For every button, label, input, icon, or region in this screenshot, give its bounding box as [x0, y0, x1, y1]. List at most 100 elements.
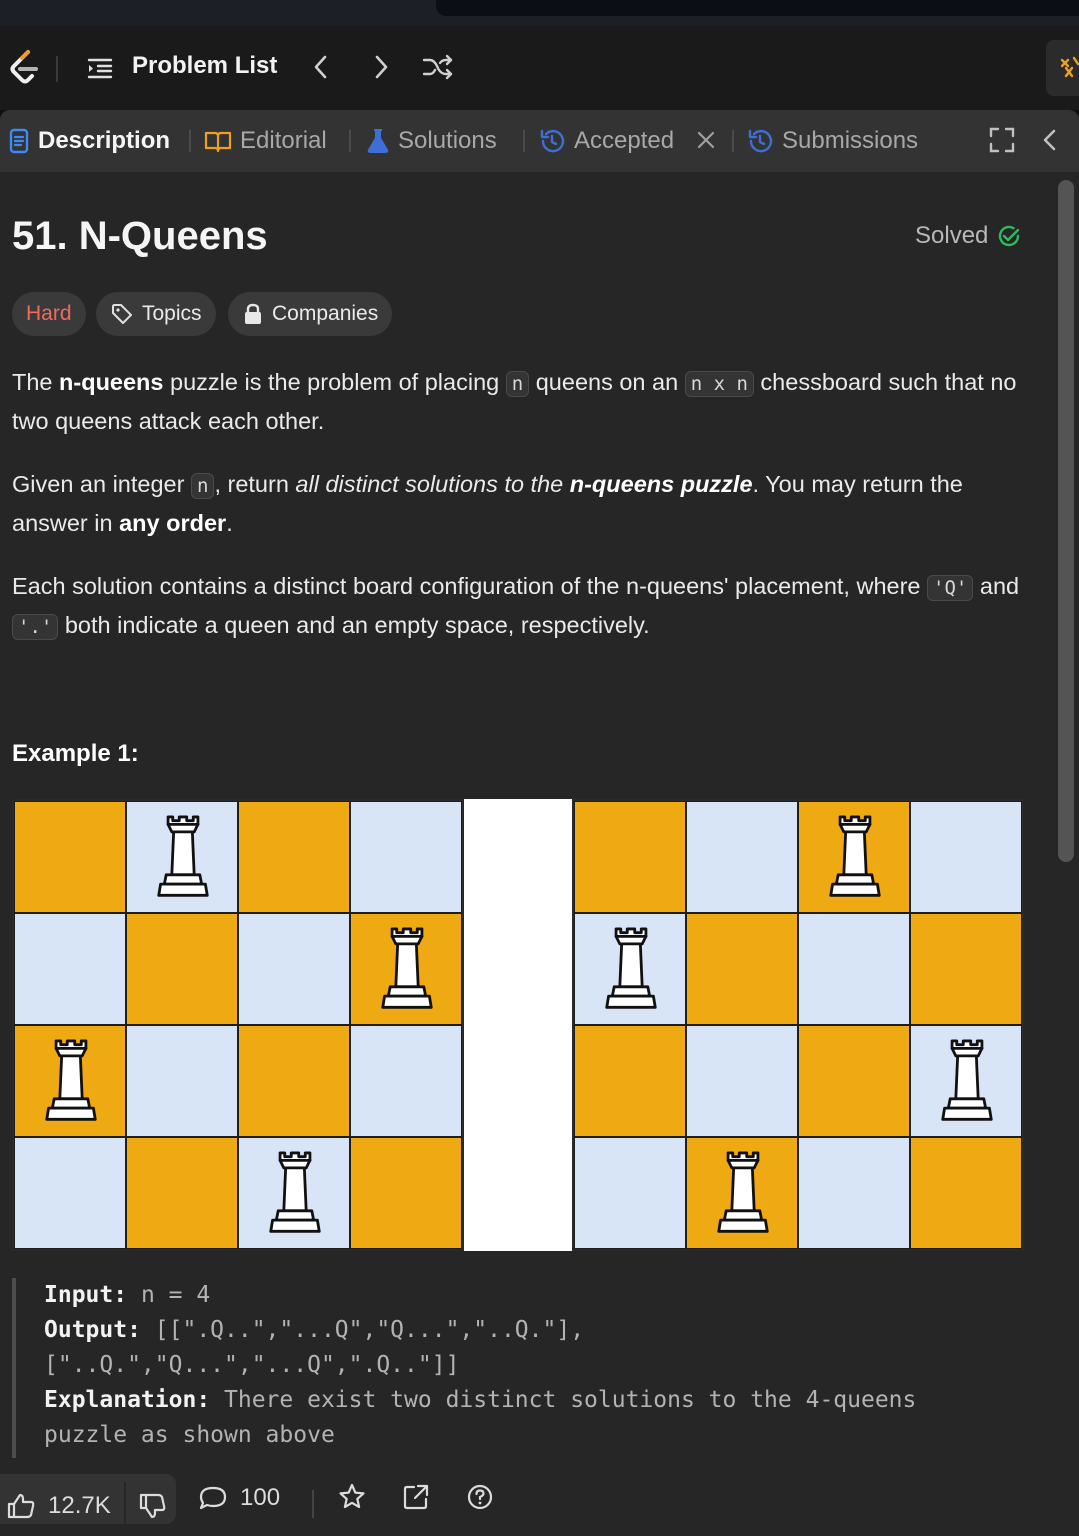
nav-divider [56, 56, 58, 82]
like-dislike-group: 12.7K [0, 1474, 176, 1532]
topics-button[interactable]: Topics [96, 292, 216, 336]
board-cell-queen [126, 801, 238, 913]
book-icon [204, 131, 232, 153]
like-count[interactable]: 12.7K [48, 1492, 111, 1520]
navbar: Problem List [0, 26, 1079, 110]
difficulty-badge: Hard [12, 292, 86, 336]
tab-divider [349, 130, 351, 152]
board-cell [686, 1025, 798, 1137]
history-icon [748, 129, 773, 153]
tab-accepted[interactable]: Accepted [538, 124, 674, 158]
description-icon [9, 128, 29, 154]
board-cell [126, 913, 238, 1025]
companies-label: Companies [272, 302, 379, 325]
top-bar-region [436, 0, 1079, 16]
inline-code: n [505, 371, 530, 397]
board-cell-queen [238, 1137, 350, 1249]
panel-tabs: Description Editorial Solutions Accepted [0, 110, 1079, 172]
inline-code: 'Q' [927, 575, 974, 601]
board-cell [798, 1137, 910, 1249]
board-cell [126, 1137, 238, 1249]
tab-solutions-label: Solutions [398, 127, 497, 154]
inline-code: n x n [684, 371, 754, 397]
fullscreen-icon[interactable] [988, 126, 1016, 154]
bug-icon [1060, 56, 1079, 78]
check-circle-icon [999, 225, 1020, 247]
inline-code: '.' [12, 614, 59, 640]
tag-icon [112, 304, 132, 324]
thumbs-up-icon[interactable] [6, 1492, 36, 1520]
board-cell-queen [798, 801, 910, 913]
comment-count[interactable]: 100 [240, 1484, 280, 1512]
flask-icon [367, 129, 389, 153]
tab-submissions[interactable]: Submissions [746, 124, 918, 158]
tab-description[interactable]: Description [8, 124, 170, 158]
tab-submissions-label: Submissions [782, 127, 919, 154]
problem-list-icon[interactable] [86, 54, 114, 82]
description-paragraph-1: The n-queens puzzle is the problem of pl… [12, 369, 1017, 434]
comment-icon[interactable] [198, 1484, 228, 1512]
board-cell [14, 1137, 126, 1249]
thumbs-down-icon[interactable] [138, 1492, 166, 1520]
example-block: Input: n = 4 Output: [[".Q..","...Q","Q.… [12, 1278, 1022, 1458]
tab-description-label: Description [38, 127, 171, 154]
explanation-value-cont: puzzle as shown above [44, 1422, 335, 1448]
tab-divider [189, 130, 191, 152]
board-cell [350, 1025, 462, 1137]
solved-label: Solved [915, 222, 989, 249]
bottom-action-bar: 12.7K 100 [0, 1466, 1079, 1536]
debug-button[interactable] [1046, 40, 1079, 96]
board-cell [238, 913, 350, 1025]
output-label: Output: [44, 1317, 141, 1343]
board-cell [910, 1137, 1022, 1249]
tab-solutions[interactable]: Solutions [366, 124, 497, 158]
tab-divider [732, 130, 734, 152]
tab-accepted-label: Accepted [574, 127, 675, 154]
tab-editorial[interactable]: Editorial [204, 124, 327, 158]
board-cell [350, 1137, 462, 1249]
scrollbar-thumb[interactable] [1058, 180, 1074, 862]
board-cell [910, 801, 1022, 913]
description-paragraph-2: Given an integer n, return all distinct … [12, 471, 963, 536]
share-icon[interactable] [402, 1482, 430, 1512]
example-boards-image [12, 799, 1024, 1251]
chevron-right-icon[interactable] [370, 52, 392, 82]
collapse-panel-icon[interactable] [1038, 126, 1062, 154]
close-icon[interactable] [694, 128, 718, 152]
board-cell [798, 1025, 910, 1137]
board-cell-queen [14, 1025, 126, 1137]
board-cell-queen [910, 1025, 1022, 1137]
board-cell [574, 801, 686, 913]
input-value: n = 4 [127, 1282, 211, 1308]
input-label: Input: [44, 1282, 128, 1308]
leetcode-logo-icon[interactable] [6, 48, 42, 88]
example-title: Example 1: [12, 740, 139, 767]
topics-label: Topics [142, 302, 202, 325]
difficulty-label: Hard [26, 302, 72, 325]
tab-divider [523, 130, 525, 152]
problem-title[interactable]: 51. N-Queens [12, 214, 268, 259]
star-icon[interactable] [338, 1482, 366, 1512]
n-queens-term: n-queens [59, 369, 164, 395]
bottom-divider [312, 1490, 314, 1518]
description-panel: Description Editorial Solutions Accepted [0, 110, 1079, 1536]
shuffle-icon[interactable] [420, 52, 456, 82]
board-cell [574, 1025, 686, 1137]
output-value-cont: ["..Q.","Q...","...Q",".Q.."]] [44, 1352, 460, 1378]
chessboard-solution-2 [572, 799, 1024, 1251]
board-cell-queen [686, 1137, 798, 1249]
board-cell [14, 801, 126, 913]
chessboard-solution-1 [12, 799, 464, 1251]
history-icon [540, 129, 565, 153]
help-icon[interactable] [466, 1482, 494, 1512]
board-cell [686, 801, 798, 913]
board-cell [798, 913, 910, 1025]
board-cell-queen [350, 913, 462, 1025]
companies-button[interactable]: Companies [228, 292, 393, 336]
explanation-value: There exist two distinct solutions to th… [210, 1387, 917, 1413]
problem-list-link[interactable]: Problem List [132, 52, 277, 80]
board-cell [686, 913, 798, 1025]
chevron-left-icon[interactable] [310, 52, 332, 82]
board-cell [126, 1025, 238, 1137]
solved-status: Solved [915, 222, 1022, 250]
